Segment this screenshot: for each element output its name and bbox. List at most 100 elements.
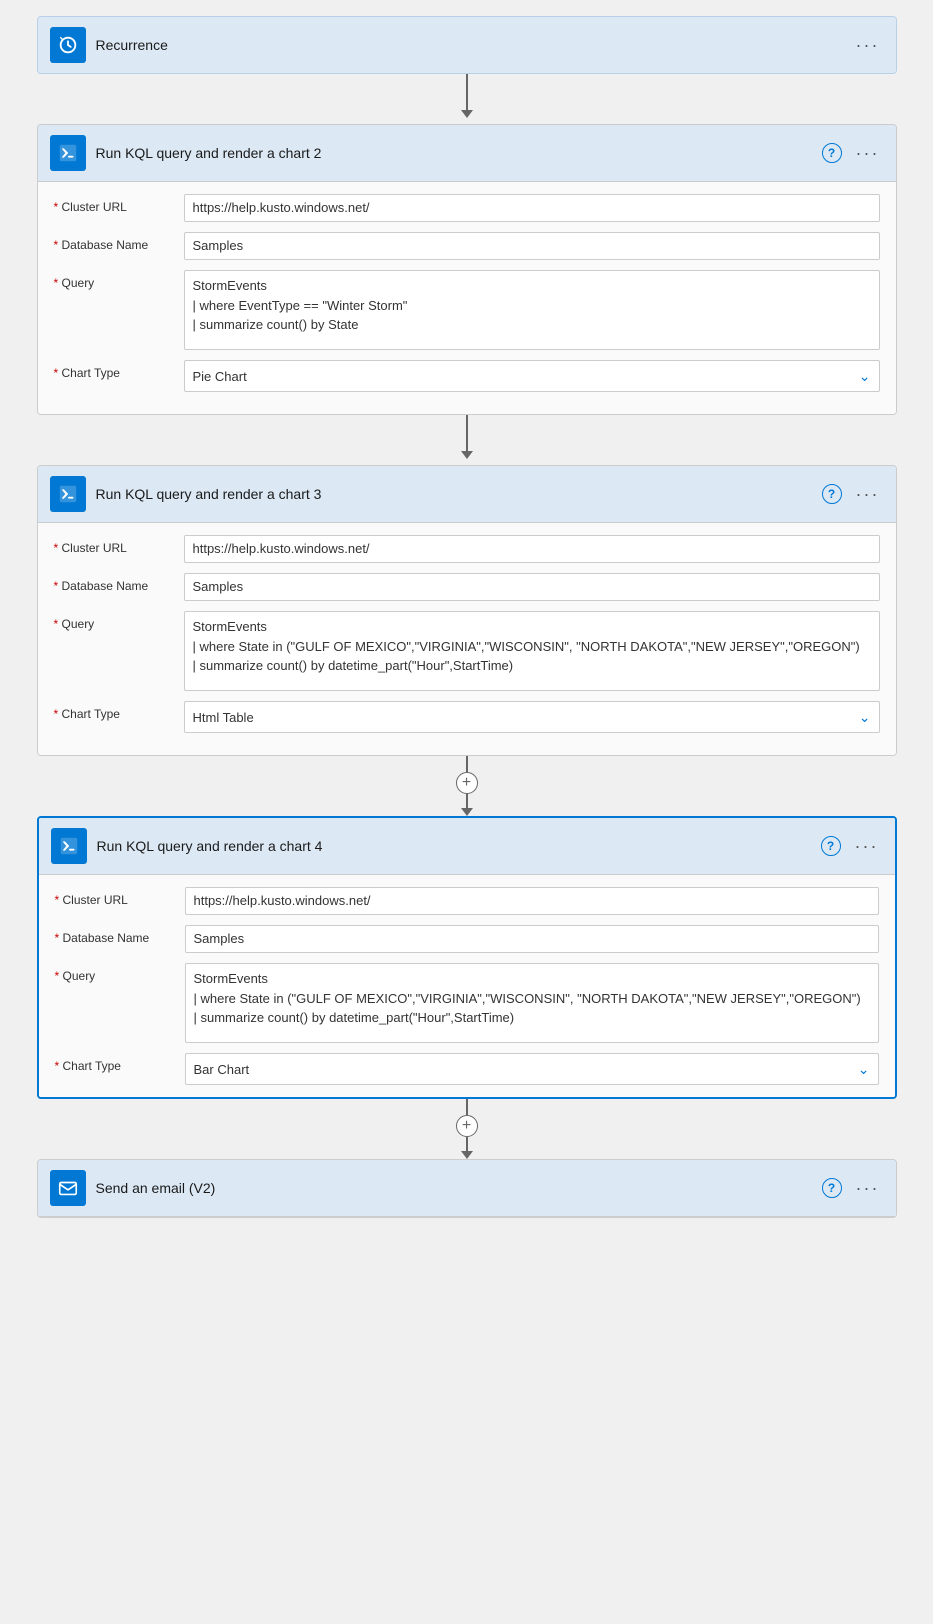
step2-db-row: * Database Name Samples	[54, 232, 880, 260]
step2-chart-select[interactable]: Pie Chart ⌄	[184, 360, 880, 392]
step4-db-input[interactable]: Samples	[185, 925, 879, 953]
step4-chevron-icon: ⌄	[858, 1061, 870, 1078]
recurrence-card: Recurrence ···	[37, 16, 897, 74]
step2-card: Run KQL query and render a chart 2 ? ···…	[37, 124, 897, 415]
plus-connector-2: +	[456, 1099, 478, 1159]
step4-cluster-row: * Cluster URL https://help.kusto.windows…	[55, 887, 879, 915]
plus-icon-2: +	[462, 1118, 471, 1134]
step4-header: Run KQL query and render a chart 4 ? ···	[39, 818, 895, 875]
step3-db-required: *	[54, 579, 59, 593]
plus-line-bottom-1	[466, 794, 468, 808]
plus-arrow-head-1	[461, 808, 473, 816]
step2-query-label: * Query	[54, 270, 174, 290]
step2-db-label: * Database Name	[54, 232, 174, 252]
email-card: Send an email (V2) ? ···	[37, 1159, 897, 1218]
step3-body: * Cluster URL https://help.kusto.windows…	[38, 523, 896, 755]
arrow-connector-1	[461, 74, 473, 124]
step2-chart-required: *	[54, 366, 59, 380]
step4-query-row: * Query StormEvents | where State in ("G…	[55, 963, 879, 1043]
step3-db-label: * Database Name	[54, 573, 174, 593]
step3-db-input[interactable]: Samples	[184, 573, 880, 601]
arrow-line-2	[466, 415, 468, 451]
step3-header: Run KQL query and render a chart 3 ? ···	[38, 466, 896, 523]
step2-cluster-label: * Cluster URL	[54, 194, 174, 214]
plus-arrow-head-2	[461, 1151, 473, 1159]
step4-cluster-input[interactable]: https://help.kusto.windows.net/	[185, 887, 879, 915]
step4-title: Run KQL query and render a chart 4	[97, 838, 811, 854]
step3-cluster-input[interactable]: https://help.kusto.windows.net/	[184, 535, 880, 563]
step4-chart-value: Bar Chart	[194, 1062, 250, 1077]
step4-card: Run KQL query and render a chart 4 ? ···…	[37, 816, 897, 1099]
step3-cluster-required: *	[54, 541, 59, 555]
recurrence-menu[interactable]: ···	[852, 35, 884, 56]
step4-body: * Cluster URL https://help.kusto.windows…	[39, 875, 895, 1097]
step3-chart-label: * Chart Type	[54, 701, 174, 721]
step3-cluster-label: * Cluster URL	[54, 535, 174, 555]
step4-db-row: * Database Name Samples	[55, 925, 879, 953]
step2-menu[interactable]: ···	[852, 143, 884, 164]
step2-chart-row: * Chart Type Pie Chart ⌄	[54, 360, 880, 392]
step2-body: * Cluster URL https://help.kusto.windows…	[38, 182, 896, 414]
email-title: Send an email (V2)	[96, 1180, 812, 1196]
step2-help[interactable]: ?	[822, 143, 842, 163]
step4-query-label: * Query	[55, 963, 175, 983]
step4-cluster-required: *	[55, 893, 60, 907]
step3-card: Run KQL query and render a chart 3 ? ···…	[37, 465, 897, 756]
step3-query-label: * Query	[54, 611, 174, 631]
step3-chart-required: *	[54, 707, 59, 721]
plus-line-top-2	[466, 1099, 468, 1115]
email-menu[interactable]: ···	[852, 1178, 884, 1199]
arrow-connector-2	[461, 415, 473, 465]
step3-menu[interactable]: ···	[852, 484, 884, 505]
plus-icon-1: +	[462, 775, 471, 791]
step4-chart-label: * Chart Type	[55, 1053, 175, 1073]
flow-container: Recurrence ··· Run KQL query and render …	[16, 16, 917, 1218]
step4-help[interactable]: ?	[821, 836, 841, 856]
step3-cluster-row: * Cluster URL https://help.kusto.windows…	[54, 535, 880, 563]
step2-cluster-row: * Cluster URL https://help.kusto.windows…	[54, 194, 880, 222]
step3-chart-select[interactable]: Html Table ⌄	[184, 701, 880, 733]
step4-chart-row: * Chart Type Bar Chart ⌄	[55, 1053, 879, 1085]
step3-chevron-icon: ⌄	[859, 709, 871, 726]
step4-chart-required: *	[55, 1059, 60, 1073]
step4-menu[interactable]: ···	[851, 836, 883, 857]
add-step-button-1[interactable]: +	[456, 772, 478, 794]
step4-db-label: * Database Name	[55, 925, 175, 945]
step2-query-required: *	[54, 276, 59, 290]
step3-help[interactable]: ?	[822, 484, 842, 504]
step3-query-row: * Query StormEvents | where State in ("G…	[54, 611, 880, 691]
step4-icon	[51, 828, 87, 864]
step2-query-row: * Query StormEvents | where EventType ==…	[54, 270, 880, 350]
step2-query-input[interactable]: StormEvents | where EventType == "Winter…	[184, 270, 880, 350]
recurrence-header: Recurrence ···	[38, 17, 896, 73]
email-header: Send an email (V2) ? ···	[38, 1160, 896, 1217]
step2-db-required: *	[54, 238, 59, 252]
step2-db-input[interactable]: Samples	[184, 232, 880, 260]
step2-chart-label: * Chart Type	[54, 360, 174, 380]
step2-chevron-icon: ⌄	[859, 368, 871, 385]
step4-db-required: *	[55, 931, 60, 945]
plus-line-bottom-2	[466, 1137, 468, 1151]
step4-chart-select[interactable]: Bar Chart ⌄	[185, 1053, 879, 1085]
recurrence-icon	[50, 27, 86, 63]
step3-query-required: *	[54, 617, 59, 631]
plus-line-top-1	[466, 756, 468, 772]
recurrence-title: Recurrence	[96, 37, 842, 53]
step4-query-required: *	[55, 969, 60, 983]
step3-query-input[interactable]: StormEvents | where State in ("GULF OF M…	[184, 611, 880, 691]
step3-chart-row: * Chart Type Html Table ⌄	[54, 701, 880, 733]
arrow-head-2	[461, 451, 473, 459]
step4-cluster-label: * Cluster URL	[55, 887, 175, 907]
step2-title: Run KQL query and render a chart 2	[96, 145, 812, 161]
step4-query-input[interactable]: StormEvents | where State in ("GULF OF M…	[185, 963, 879, 1043]
add-step-button-2[interactable]: +	[456, 1115, 478, 1137]
arrow-line	[466, 74, 468, 110]
email-help[interactable]: ?	[822, 1178, 842, 1198]
step2-header: Run KQL query and render a chart 2 ? ···	[38, 125, 896, 182]
step3-chart-value: Html Table	[193, 710, 254, 725]
step2-chart-value: Pie Chart	[193, 369, 247, 384]
step3-title: Run KQL query and render a chart 3	[96, 486, 812, 502]
step2-icon	[50, 135, 86, 171]
step2-cluster-input[interactable]: https://help.kusto.windows.net/	[184, 194, 880, 222]
arrow-head	[461, 110, 473, 118]
